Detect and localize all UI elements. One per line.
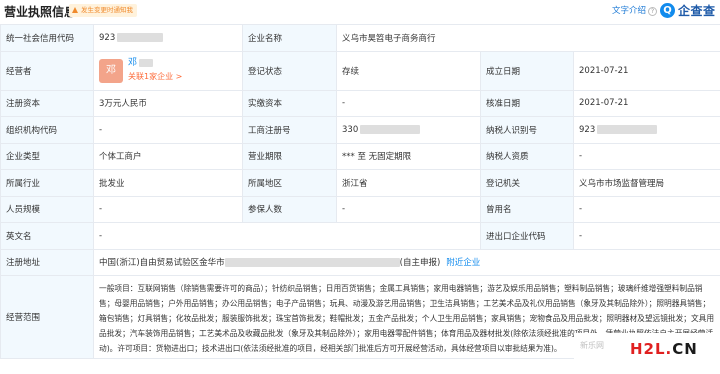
section-header: 营业执照信息 发生变更时通知我 文字介绍? Q 企查查 xyxy=(0,0,720,22)
redaction-blur xyxy=(360,124,421,134)
company-name-value: 义乌市昊笤电子商务商行 xyxy=(335,24,720,52)
former-name-label: 曾用名 xyxy=(480,195,574,223)
company-name-label: 企业名称 xyxy=(242,24,337,52)
reg-no-value: 330 xyxy=(336,116,481,144)
table-row: 英文名 - 进出口企业代码 - xyxy=(0,222,720,250)
scope-label: 经营范围 xyxy=(0,275,94,359)
legal-person-label: 经营者 xyxy=(0,50,94,91)
english-name-label: 英文名 xyxy=(0,222,94,250)
approved-label: 核准日期 xyxy=(480,89,574,117)
reg-capital-label: 注册资本 xyxy=(0,89,94,117)
legal-person-info: 邓关联1家企业 > xyxy=(128,57,182,84)
watermark-faint-text: 新乐网 xyxy=(580,341,604,350)
type-value: 个体工商户 xyxy=(93,142,243,170)
credit-code-value: 923 xyxy=(93,24,243,52)
taxpayer-id-label: 纳税人识别号 xyxy=(480,116,574,144)
address-suffix: (自主申报) xyxy=(399,258,441,269)
logo-text: 企查查 xyxy=(678,3,716,18)
org-code-value: - xyxy=(93,116,243,144)
taxpayer-qual-label: 纳税人资质 xyxy=(480,142,574,170)
redaction-blur xyxy=(224,258,400,268)
logo-q-icon: Q xyxy=(660,2,675,18)
text-intro-label: 文字介绍 xyxy=(612,6,647,16)
credit-code-text: 923 xyxy=(99,32,116,43)
type-label: 企业类型 xyxy=(0,142,94,170)
reg-capital-value: 3万元人民币 xyxy=(93,89,243,117)
reg-no-text: 330 xyxy=(342,124,359,135)
staff-value: - xyxy=(93,195,243,223)
authority-label: 登记机关 xyxy=(480,169,574,197)
legal-person-value: 邓邓 关联1家企业 > xyxy=(93,50,243,91)
ie-code-value: - xyxy=(572,222,720,250)
change-notify-label: 发生变更时通知我 xyxy=(81,6,133,14)
insured-label: 参保人数 xyxy=(242,195,337,223)
avatar: 邓 xyxy=(99,58,123,83)
staff-label: 人员规模 xyxy=(0,195,94,223)
paid-capital-value: - xyxy=(336,89,481,117)
watermark-logo: H2L.CN xyxy=(630,340,698,358)
insured-value: - xyxy=(336,195,481,223)
qcc-logo: Q 企查查 xyxy=(660,1,716,19)
reg-status-label: 登记状态 xyxy=(242,50,337,91)
table-row: 组织机构代码 - 工商注册号 330 纳税人识别号 923 xyxy=(0,116,720,144)
term-label: 营业期限 xyxy=(242,142,337,170)
address-value: 中国(浙江)自由贸易试验区金华市 (自主申报) 附近企业 xyxy=(92,248,720,276)
approved-value: 2021-07-21 xyxy=(572,89,720,117)
industry-label: 所属行业 xyxy=(0,169,94,197)
org-code-label: 组织机构代码 xyxy=(0,116,94,144)
reg-status-value: 存续 xyxy=(336,50,481,91)
english-name-value: - xyxy=(93,222,481,250)
region-label: 所属地区 xyxy=(242,169,337,197)
table-row: 经营者 邓邓 关联1家企业 > 登记状态 存续 成立日期 2021-07-21 xyxy=(0,50,720,91)
reg-no-label: 工商注册号 xyxy=(242,116,337,144)
industry-value: 批发业 xyxy=(93,169,243,197)
warning-icon xyxy=(72,7,78,13)
table-row: 人员规模 - 参保人数 - 曾用名 - xyxy=(0,195,720,223)
nearby-companies-link[interactable]: 附近企业 xyxy=(446,258,480,268)
former-name-value: - xyxy=(572,195,720,223)
table-row: 注册资本 3万元人民币 实缴资本 - 核准日期 2021-07-21 xyxy=(0,89,720,117)
watermark-brand-main: H2L. xyxy=(630,340,673,358)
taxpayer-id-text: 923 xyxy=(579,124,596,135)
table-row: 注册地址 中国(浙江)自由贸易试验区金华市 (自主申报) 附近企业 xyxy=(0,248,720,276)
change-notify-button[interactable]: 发生变更时通知我 xyxy=(69,4,137,17)
paid-capital-label: 实缴资本 xyxy=(242,89,337,117)
taxpayer-id-value: 923 xyxy=(572,116,720,144)
watermark-brand-cn: CN xyxy=(672,340,698,358)
table-row: 企业类型 个体工商户 营业期限 *** 至 无固定期限 纳税人资质 - xyxy=(0,142,720,170)
ie-code-label: 进出口企业代码 xyxy=(480,222,574,250)
redaction-blur xyxy=(139,58,154,67)
legal-person-name[interactable]: 邓 xyxy=(128,58,137,68)
related-companies-link[interactable]: 关联1家企业 > xyxy=(128,72,182,81)
business-license-table: 统一社会信用代码 923 企业名称 义乌市昊笤电子商务商行 经营者 邓邓 关联1家… xyxy=(0,24,720,359)
credit-code-label: 统一社会信用代码 xyxy=(0,24,94,52)
founded-label: 成立日期 xyxy=(480,50,574,91)
term-value: *** 至 无固定期限 xyxy=(336,142,481,170)
address-label: 注册地址 xyxy=(0,248,94,276)
authority-value: 义乌市市场监督管理局 xyxy=(572,169,720,197)
redaction-blur xyxy=(117,32,164,42)
text-intro-link[interactable]: 文字介绍? xyxy=(612,4,658,16)
founded-value: 2021-07-21 xyxy=(572,50,720,91)
redaction-blur xyxy=(597,124,658,134)
section-title: 营业执照信息 xyxy=(4,5,77,19)
table-row: 所属行业 批发业 所属地区 浙江省 登记机关 义乌市市场监督管理局 xyxy=(0,169,720,197)
table-row: 统一社会信用代码 923 企业名称 义乌市昊笤电子商务商行 xyxy=(0,24,720,52)
region-value: 浙江省 xyxy=(336,169,481,197)
help-icon: ? xyxy=(648,7,658,16)
address-prefix: 中国(浙江)自由贸易试验区金华市 xyxy=(99,258,225,269)
taxpayer-qual-value: - xyxy=(572,142,720,170)
